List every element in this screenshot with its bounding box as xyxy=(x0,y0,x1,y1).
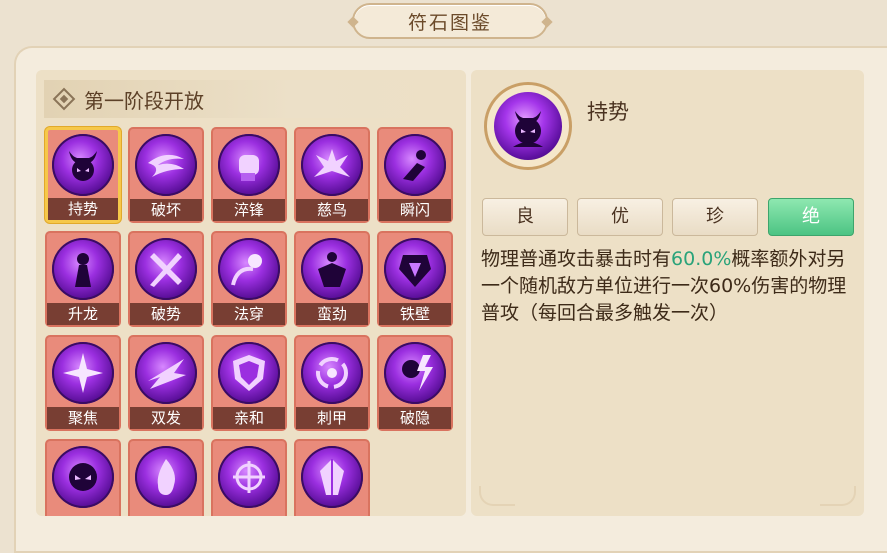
rune-name: 亲和 xyxy=(213,407,285,429)
section-title: 第一阶段开放 xyxy=(84,88,204,113)
rune-name: 升龙 xyxy=(47,303,119,325)
rune-tile[interactable]: 升龙 xyxy=(45,231,121,327)
shield-icon xyxy=(218,342,280,404)
desc-text-pre: 物理普通攻击暴击时有 xyxy=(481,248,672,270)
rune-name: 铁壁 xyxy=(379,303,451,325)
piercing-orb-icon xyxy=(218,238,280,300)
rune-tile[interactable]: 亲和 xyxy=(211,335,287,431)
flame-icon xyxy=(135,446,197,508)
rising-demon-icon xyxy=(52,238,114,300)
rune-list-panel: 第一阶段开放 持势 破坏 淬锋 慈鸟 瞬闪升龙 破势 法穿 蛮劲 铁壁聚焦 双发 亲和 刺甲 破隐 xyxy=(36,70,466,516)
crosshair-icon xyxy=(218,446,280,508)
rune-name: 破坏 xyxy=(130,199,202,221)
rune-name: 破势 xyxy=(130,303,202,325)
section-header: 第一阶段开放 xyxy=(44,80,458,118)
rune-tile[interactable]: 破隐 xyxy=(377,335,453,431)
panel-corner-ornament xyxy=(820,486,856,506)
rune-tile[interactable]: 蛮劲 xyxy=(294,231,370,327)
rune-tile[interactable]: 刺甲 xyxy=(294,335,370,431)
rune-name: 蛮劲 xyxy=(296,303,368,325)
crystal-icon xyxy=(301,446,363,508)
strong-figure-icon xyxy=(301,238,363,300)
rune-name: 双发 xyxy=(130,407,202,429)
lightning-demon-icon xyxy=(384,342,446,404)
rune-name: 聚焦 xyxy=(47,407,119,429)
rune-tile[interactable]: 慈鸟 xyxy=(294,127,370,223)
rune-tile[interactable] xyxy=(211,439,287,516)
rune-name: 法穿 xyxy=(213,303,285,325)
horned-demon-icon xyxy=(52,134,114,196)
grade-tab-jue[interactable]: 绝 xyxy=(768,198,854,236)
diamond-icon xyxy=(52,87,76,111)
rune-tile[interactable]: 双发 xyxy=(128,335,204,431)
detail-description: 物理普通攻击暴击时有60.0%概率额外对另一个随机敌方单位进行一次60%伤害的物… xyxy=(481,246,855,327)
grade-tab-zhen[interactable]: 珍 xyxy=(672,198,758,236)
rune-tile[interactable]: 法穿 xyxy=(211,231,287,327)
vortex-icon xyxy=(301,342,363,404)
rune-name: 持势 xyxy=(48,198,118,220)
swirl-wave-icon xyxy=(135,134,197,196)
fist-icon xyxy=(218,134,280,196)
rune-tile[interactable]: 破坏 xyxy=(128,127,204,223)
rune-tile[interactable]: 淬锋 xyxy=(211,127,287,223)
detail-name: 持势 xyxy=(587,100,629,124)
rune-tile[interactable]: 破势 xyxy=(128,231,204,327)
shadow-face-icon xyxy=(52,446,114,508)
rune-detail-panel: 持势 良 优 珍 绝 物理普通攻击暴击时有60.0%概率额外对另一个随机敌方单位… xyxy=(471,70,864,516)
rune-tile[interactable] xyxy=(45,439,121,516)
rune-tile[interactable]: 瞬闪 xyxy=(377,127,453,223)
starburst-icon xyxy=(52,342,114,404)
grade-tab-you[interactable]: 优 xyxy=(577,198,663,236)
rune-tile[interactable]: 铁壁 xyxy=(377,231,453,327)
grade-tab-liang[interactable]: 良 xyxy=(482,198,568,236)
panel-corner-ornament xyxy=(479,486,515,506)
rune-name: 破隐 xyxy=(379,407,451,429)
detail-icon-frame xyxy=(484,82,572,170)
window-title: 符石图鉴 xyxy=(407,11,492,34)
rune-name: 慈鸟 xyxy=(296,199,368,221)
window-title-banner: 符石图鉴 xyxy=(352,3,548,39)
rune-name: 瞬闪 xyxy=(379,199,451,221)
rune-name: 刺甲 xyxy=(296,407,368,429)
desc-highlight-value: 60.0% xyxy=(671,248,732,270)
horned-demon-icon xyxy=(494,92,562,160)
double-strike-icon xyxy=(135,342,197,404)
armor-icon xyxy=(384,238,446,300)
dashing-figure-icon xyxy=(384,134,446,196)
rune-tile[interactable] xyxy=(294,439,370,516)
rune-tile[interactable] xyxy=(128,439,204,516)
rune-tile[interactable]: 聚焦 xyxy=(45,335,121,431)
phoenix-icon xyxy=(301,134,363,196)
rune-tile[interactable]: 持势 xyxy=(45,127,121,223)
rune-name: 淬锋 xyxy=(213,199,285,221)
crossed-blades-icon xyxy=(135,238,197,300)
